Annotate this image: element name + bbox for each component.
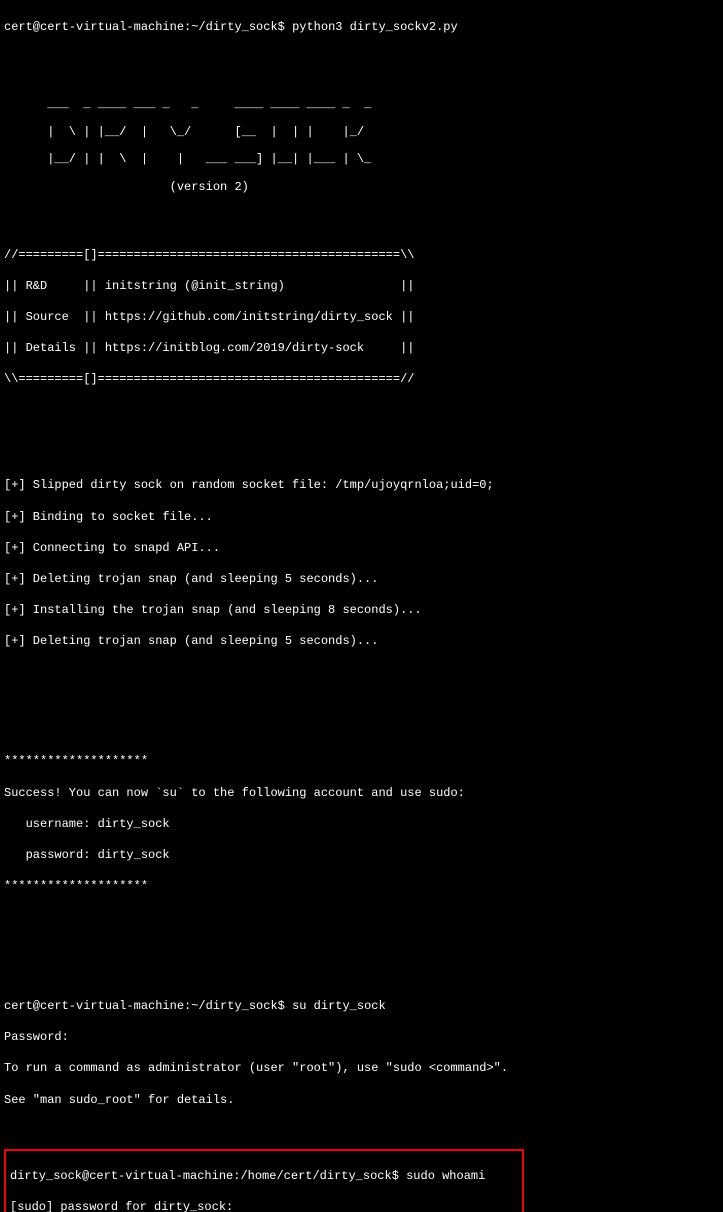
sudo-hint-1: To run a command as administrator (user … <box>4 1061 719 1077</box>
userhost: cert@cert-virtual-machine <box>4 999 184 1013</box>
status-deleting: [+] Deleting trojan snap (and sleeping 5… <box>4 572 719 588</box>
sudo-hint-2: See "man sudo_root" for details. <box>4 1093 719 1109</box>
box-border: //=========[]===========================… <box>4 248 719 264</box>
ascii-line: ___ _ ____ ___ _ _ ____ ____ ____ _ _ <box>4 98 719 112</box>
success-username: username: dirty_sock <box>4 817 719 833</box>
info-box: //=========[]===========================… <box>4 232 719 404</box>
separator: $ <box>392 1169 399 1183</box>
box-border: \\=========[]===========================… <box>4 372 719 388</box>
terminal-output: cert@cert-virtual-machine:~/dirty_sock$ … <box>4 4 719 1212</box>
box-row-details: || Details || https://initblog.com/2019/… <box>4 341 719 357</box>
highlighted-prompt: dirty_sock@cert-virtual-machine:/home/ce… <box>10 1169 518 1185</box>
command[interactable]: sudo whoami <box>406 1169 485 1183</box>
status-binding: [+] Binding to socket file... <box>4 510 719 526</box>
path: /home/cert/dirty_sock <box>240 1169 391 1183</box>
stars-bottom: ******************** <box>4 879 719 895</box>
command[interactable]: su dirty_sock <box>292 999 386 1013</box>
userhost: cert@cert-virtual-machine <box>4 20 184 34</box>
separator: $ <box>278 999 285 1013</box>
userhost: dirty_sock@cert-virtual-machine <box>10 1169 233 1183</box>
status-deleting2: [+] Deleting trojan snap (and sleeping 5… <box>4 634 719 650</box>
ascii-line: | \ | |__/ | \_/ [__ | | | |_/ <box>4 126 719 140</box>
status-slipped: [+] Slipped dirty sock on random socket … <box>4 478 719 494</box>
sudo-password-prompt[interactable]: [sudo] password for dirty_sock: <box>10 1200 518 1212</box>
stars-top: ******************** <box>4 754 719 770</box>
path: ~/dirty_sock <box>191 999 277 1013</box>
success-msg: Success! You can now `su` to the followi… <box>4 786 719 802</box>
status-connecting: [+] Connecting to snapd API... <box>4 541 719 557</box>
prompt-line-2: cert@cert-virtual-machine:~/dirty_sock$ … <box>4 999 719 1015</box>
box-row-source: || Source || https://github.com/initstri… <box>4 310 719 326</box>
version-line: (version 2) <box>4 181 719 195</box>
separator: $ <box>278 20 285 34</box>
ascii-line: |__/ | | \ | | ___ ___] |__| |___ | \_ <box>4 153 719 167</box>
highlighted-section: dirty_sock@cert-virtual-machine:/home/ce… <box>4 1149 524 1212</box>
prompt-line-1: cert@cert-virtual-machine:~/dirty_sock$ … <box>4 20 719 36</box>
password-prompt[interactable]: Password: <box>4 1030 719 1046</box>
path: ~/dirty_sock <box>191 20 277 34</box>
command[interactable]: python3 dirty_sockv2.py <box>292 20 458 34</box>
ascii-banner: ___ _ ____ ___ _ _ ____ ____ ____ _ _ | … <box>4 84 719 208</box>
box-row-rd: || R&D || initstring (@init_string) || <box>4 279 719 295</box>
success-password: password: dirty_sock <box>4 848 719 864</box>
